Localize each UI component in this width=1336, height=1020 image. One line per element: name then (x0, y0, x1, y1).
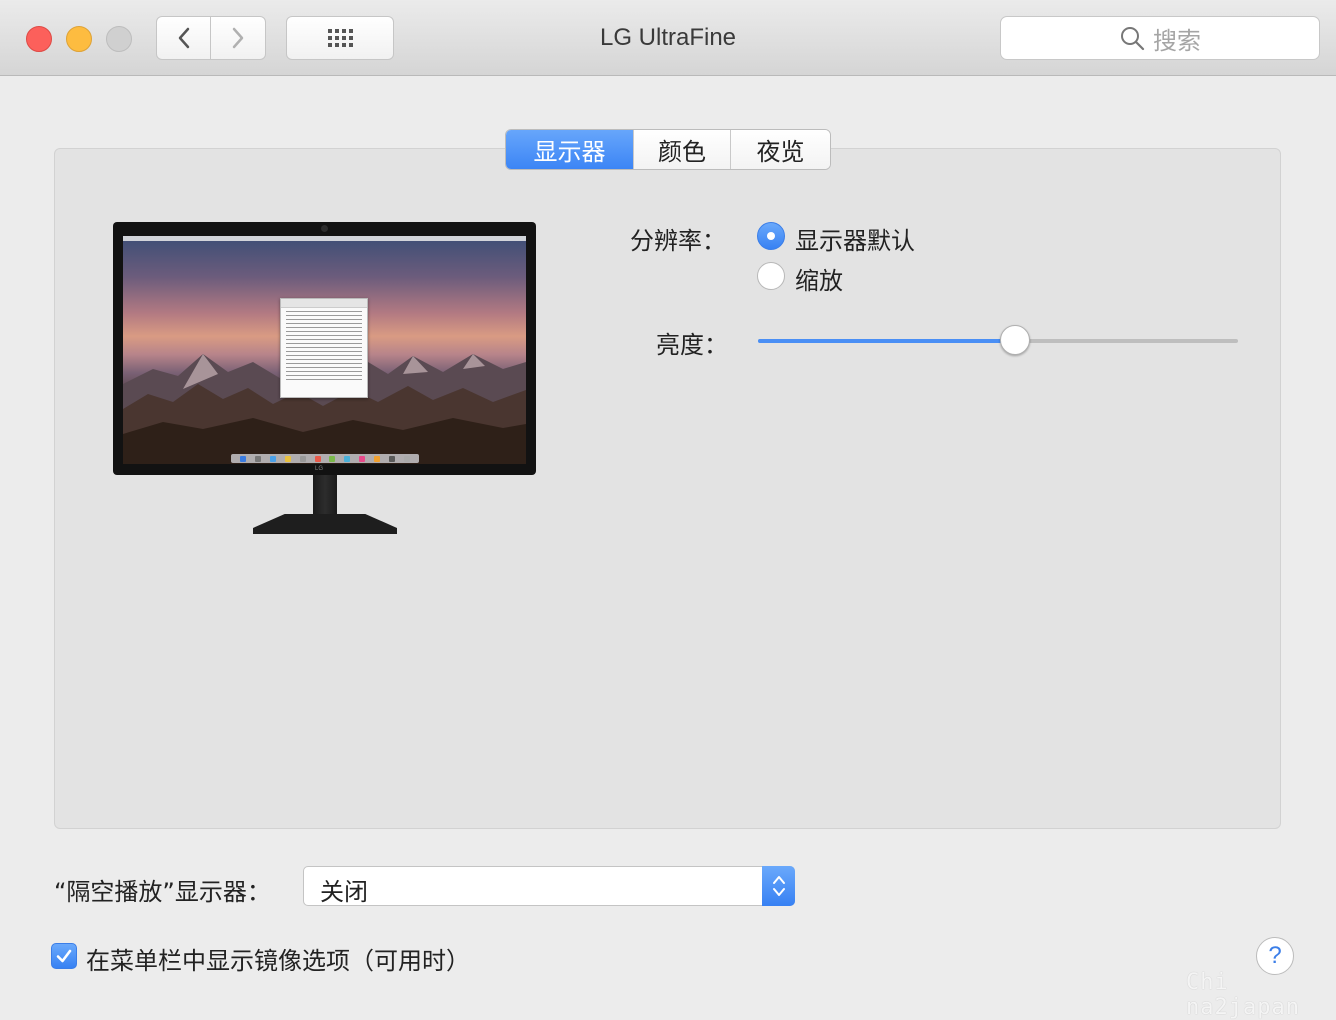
monitor-screen (123, 236, 526, 464)
monitor-image: LG (113, 222, 536, 475)
title-bar: LG UltraFine 搜索 (0, 0, 1336, 76)
radio-default-for-display[interactable] (757, 222, 785, 250)
radio-scaled[interactable] (757, 262, 785, 290)
show-mirroring-label[interactable]: 在菜单栏中显示镜像选项（可用时） (86, 941, 470, 976)
brightness-slider-thumb[interactable] (999, 325, 1030, 355)
back-button[interactable] (156, 16, 211, 60)
camera-dot (321, 225, 328, 232)
airplay-label: “隔空播放”显示器： (54, 878, 271, 906)
watermark-text: Chi na2japan (1186, 970, 1300, 1020)
lg-logo: LG (315, 466, 324, 472)
resolution-label: 分辨率： (630, 227, 726, 255)
close-window-button[interactable] (26, 26, 52, 52)
show-mirroring-checkbox[interactable] (51, 943, 77, 969)
document-window-preview (280, 298, 368, 398)
tab-night-shift[interactable]: 夜览 (730, 130, 830, 169)
brightness-slider[interactable] (758, 325, 1238, 355)
search-placeholder: 搜索 (1153, 26, 1201, 55)
grid-icon (327, 29, 353, 47)
search-icon (1121, 27, 1145, 51)
screen-dock (231, 454, 419, 463)
radio-scaled-label[interactable]: 缩放 (795, 261, 843, 296)
search-field[interactable]: 搜索 (1000, 16, 1320, 60)
show-all-button[interactable] (286, 16, 394, 60)
minimize-window-button[interactable] (66, 26, 92, 52)
zoom-window-button[interactable] (106, 26, 132, 52)
screen-menubar (123, 236, 526, 241)
window-title: LG UltraFine (599, 24, 737, 51)
airplay-display-select[interactable]: 关闭 (303, 866, 795, 906)
tab-color[interactable]: 颜色 (633, 130, 730, 169)
forward-button[interactable] (211, 16, 266, 60)
tab-display[interactable]: 显示器 (506, 130, 633, 169)
updown-arrows-icon (762, 866, 795, 906)
checkmark-icon (56, 949, 72, 963)
tab-bar: 显示器 颜色 夜览 (505, 129, 831, 170)
brightness-label: 亮度： (656, 331, 728, 359)
chevron-left-icon (178, 27, 189, 49)
chevron-right-icon (232, 27, 244, 49)
brightness-slider-fill (758, 339, 1015, 343)
radio-default-label[interactable]: 显示器默认 (795, 221, 915, 256)
airplay-selected-value: 关闭 (320, 878, 368, 906)
